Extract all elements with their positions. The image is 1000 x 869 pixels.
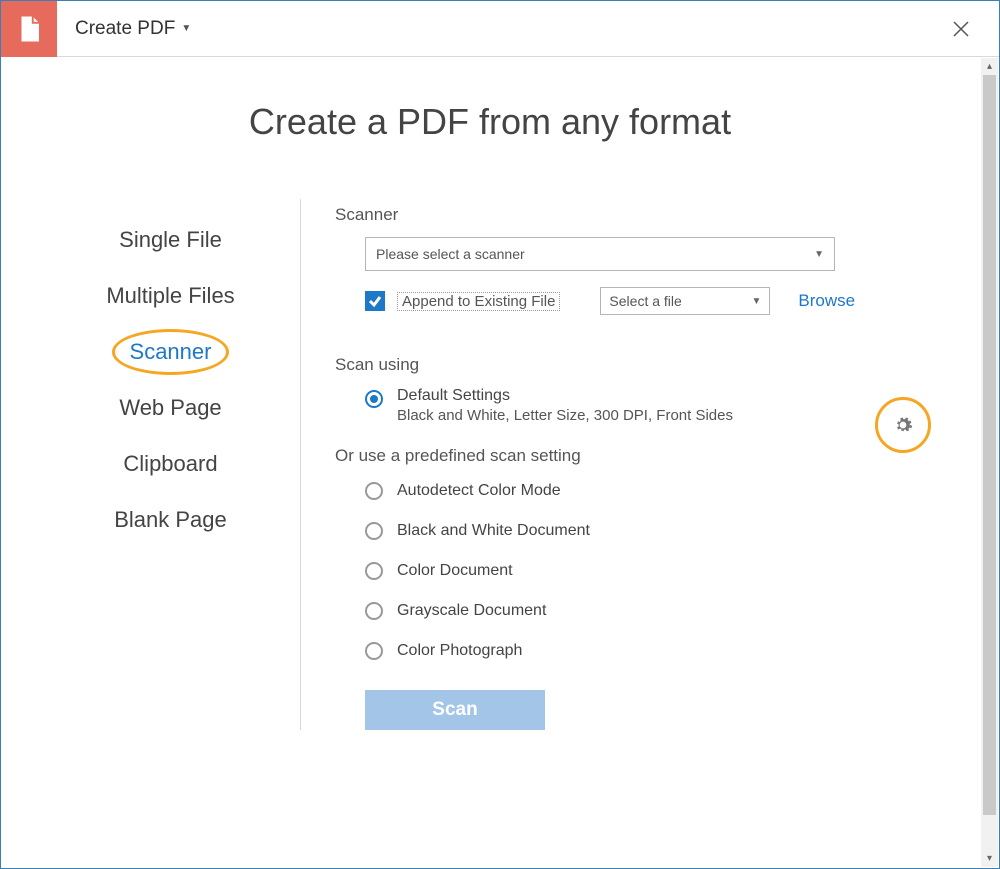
close-button[interactable] bbox=[947, 15, 975, 43]
sidebar-item-single-file[interactable]: Single File bbox=[41, 215, 300, 265]
radio-label: Color Photograph bbox=[397, 642, 522, 660]
sidebar-item-scanner[interactable]: Scanner bbox=[41, 327, 300, 377]
scroll-down-icon[interactable]: ▾ bbox=[981, 850, 998, 867]
sidebar-item-label: Scanner bbox=[130, 339, 212, 365]
scan-button[interactable]: Scan bbox=[365, 690, 545, 730]
title-bar: Create PDF ▼ bbox=[1, 1, 999, 57]
radio-color-photograph[interactable]: Color Photograph bbox=[365, 642, 919, 660]
sidebar-item-clipboard[interactable]: Clipboard bbox=[41, 439, 300, 489]
append-checkbox-label: Append to Existing File bbox=[397, 292, 560, 311]
radio-grayscale-document[interactable]: Grayscale Document bbox=[365, 602, 919, 620]
sidebar-item-label: Single File bbox=[119, 227, 222, 252]
content-scroll[interactable]: Create a PDF from any format Single File… bbox=[1, 57, 979, 866]
radio-bw-document[interactable]: Black and White Document bbox=[365, 522, 919, 540]
preset-list: Autodetect Color Mode Black and White Do… bbox=[335, 482, 919, 660]
radio-label: Default Settings bbox=[397, 387, 733, 405]
scroll-thumb[interactable] bbox=[983, 75, 996, 815]
scanner-select[interactable]: Please select a scanner ▼ bbox=[365, 237, 835, 271]
append-file-select[interactable]: Select a file ▼ bbox=[600, 287, 770, 315]
radio-default-settings[interactable]: Default Settings Black and White, Letter… bbox=[365, 387, 919, 424]
radio-autodetect-color[interactable]: Autodetect Color Mode bbox=[365, 482, 919, 500]
sidebar-item-label: Blank Page bbox=[114, 507, 227, 532]
radio-icon bbox=[365, 390, 383, 408]
chevron-down-icon: ▼ bbox=[814, 249, 824, 260]
append-file-placeholder: Select a file bbox=[609, 293, 681, 309]
radio-icon bbox=[365, 642, 383, 660]
append-row: Append to Existing File Select a file ▼ … bbox=[365, 287, 919, 315]
sidebar-item-label: Web Page bbox=[119, 395, 221, 420]
sidebar-item-multiple-files[interactable]: Multiple Files bbox=[41, 271, 300, 321]
sidebar-item-label: Clipboard bbox=[123, 451, 217, 476]
sidebar-item-blank-page[interactable]: Blank Page bbox=[41, 495, 300, 545]
sidebar-item-label: Multiple Files bbox=[106, 283, 234, 308]
radio-icon bbox=[365, 522, 383, 540]
radio-label: Black and White Document bbox=[397, 522, 590, 540]
check-icon bbox=[368, 294, 382, 308]
scanner-select-placeholder: Please select a scanner bbox=[376, 246, 525, 262]
scanner-section-title: Scanner bbox=[335, 205, 919, 225]
scroll-up-icon[interactable]: ▴ bbox=[981, 58, 998, 75]
radio-description: Black and White, Letter Size, 300 DPI, F… bbox=[397, 407, 733, 424]
radio-label: Grayscale Document bbox=[397, 602, 546, 620]
main-panel: Scanner Please select a scanner ▼ Append… bbox=[301, 199, 939, 730]
create-pdf-menu[interactable]: Create PDF ▼ bbox=[75, 18, 191, 40]
gear-icon bbox=[893, 415, 913, 435]
radio-icon bbox=[365, 482, 383, 500]
append-checkbox[interactable] bbox=[365, 291, 385, 311]
close-icon bbox=[952, 20, 970, 38]
chevron-down-icon: ▼ bbox=[752, 296, 762, 307]
sidebar-item-web-page[interactable]: Web Page bbox=[41, 383, 300, 433]
radio-icon bbox=[365, 562, 383, 580]
app-icon bbox=[1, 1, 57, 57]
radio-icon bbox=[365, 602, 383, 620]
page-title: Create a PDF from any format bbox=[41, 101, 939, 143]
radio-color-document[interactable]: Color Document bbox=[365, 562, 919, 580]
source-type-sidebar: Single File Multiple Files Scanner Web P… bbox=[41, 199, 301, 730]
radio-label: Color Document bbox=[397, 562, 513, 580]
browse-link[interactable]: Browse bbox=[798, 291, 855, 311]
vertical-scrollbar[interactable]: ▴ ▾ bbox=[981, 58, 998, 867]
document-icon bbox=[14, 14, 44, 44]
radio-label: Autodetect Color Mode bbox=[397, 482, 561, 500]
predefined-title: Or use a predefined scan setting bbox=[335, 446, 919, 466]
scan-settings-highlight bbox=[877, 399, 929, 451]
create-pdf-menu-label: Create PDF bbox=[75, 18, 175, 40]
scan-using-title: Scan using bbox=[335, 355, 919, 375]
chevron-down-icon: ▼ bbox=[181, 23, 191, 34]
scan-settings-button[interactable] bbox=[877, 399, 929, 451]
